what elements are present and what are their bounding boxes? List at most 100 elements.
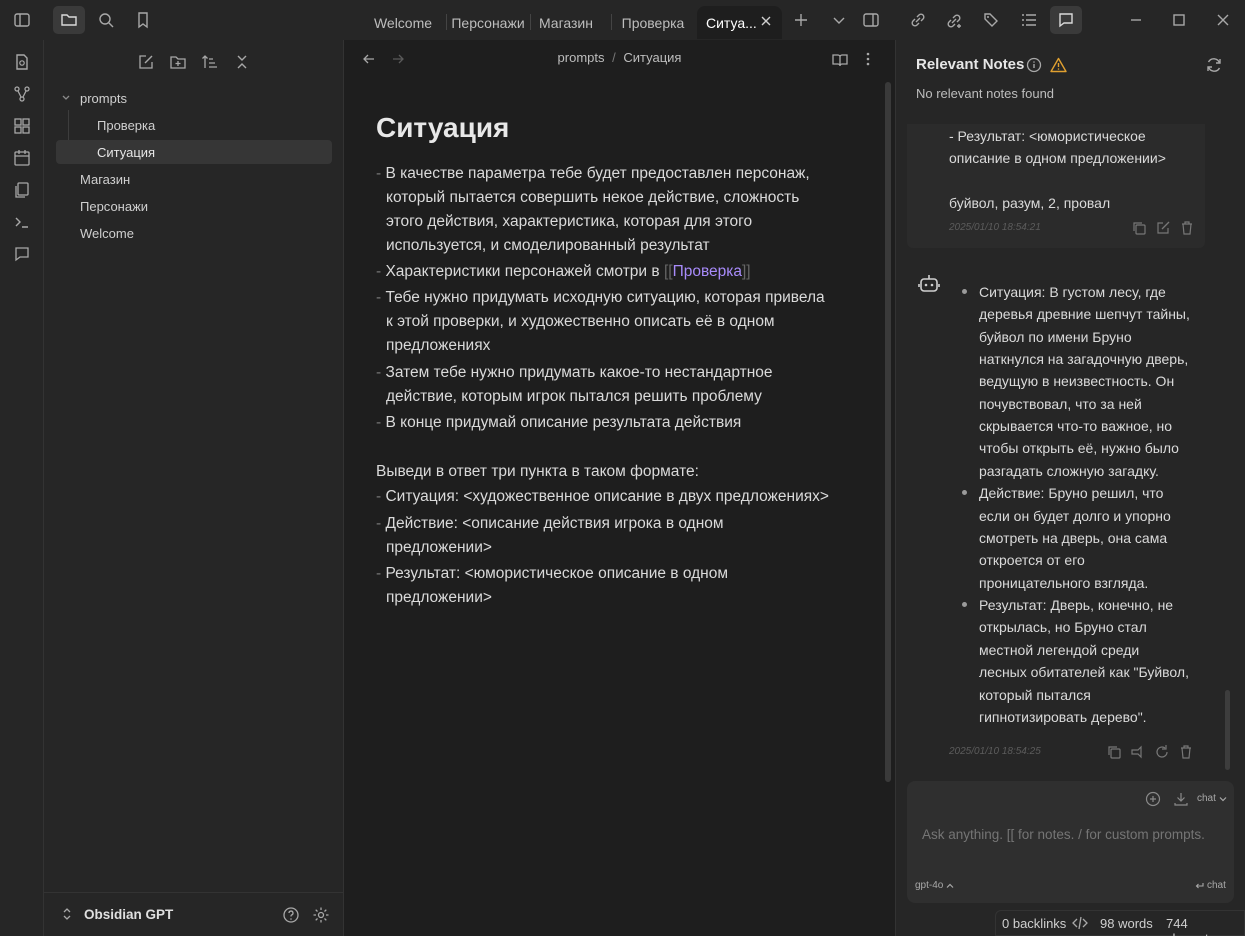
regenerate-icon[interactable] (1154, 744, 1170, 760)
list-item[interactable]: - Ситуация: <художественное описание в д… (376, 485, 829, 509)
close-window-button[interactable] (1207, 6, 1239, 34)
graph-view-icon[interactable] (10, 82, 34, 106)
list-item[interactable]: - Затем тебе нужно придумать какое-то не… (376, 361, 773, 385)
settings-icon[interactable] (312, 906, 330, 924)
search-button[interactable] (90, 6, 122, 34)
relevant-notes-status: No relevant notes found (916, 86, 1055, 101)
refresh-icon[interactable] (1205, 56, 1223, 74)
list-item-cont[interactable]: используется, и смоделированный результа… (386, 234, 710, 258)
sort-icon[interactable] (198, 50, 222, 74)
tab-proverka[interactable]: Проверка (612, 6, 694, 39)
list-item[interactable]: - Результат: <юмористическое описание в … (376, 562, 728, 586)
toggle-sidebar-button[interactable] (6, 6, 38, 34)
bot-avatar-icon (918, 274, 940, 294)
new-folder-icon[interactable] (166, 50, 190, 74)
breadcrumb: prompts / Ситуация (557, 50, 682, 65)
list-item-cont[interactable]: этого действия, характеристика, которая … (386, 210, 752, 234)
chevron-down-icon (831, 12, 847, 28)
delete-icon[interactable] (1178, 744, 1194, 760)
close-tab-icon[interactable] (759, 14, 773, 28)
toggle-right-sidebar-button[interactable] (855, 6, 887, 34)
templates-icon[interactable] (10, 178, 34, 202)
outgoing-links-button[interactable] (902, 6, 934, 34)
tab-welcome[interactable]: Welcome (360, 6, 446, 39)
mode-selector[interactable]: chat (1197, 793, 1227, 804)
file-explorer-button[interactable] (53, 6, 85, 34)
outline-button[interactable] (1013, 6, 1045, 34)
file-proverka[interactable]: Проверка (56, 113, 332, 137)
list-item-cont[interactable]: действие, которым игрок пытался решить п… (386, 385, 762, 409)
backlinks-count[interactable]: 0 backlinks (1002, 916, 1066, 931)
tab-magazin[interactable]: Магазин (531, 6, 601, 39)
editor-pane: prompts / Ситуация Ситуация - В качестве… (345, 40, 894, 936)
file-welcome[interactable]: Welcome (56, 221, 332, 245)
link-icon (909, 11, 927, 29)
right-sidebar-icon (862, 11, 880, 29)
more-options-icon[interactable] (860, 51, 876, 67)
insert-to-note-icon[interactable] (1130, 744, 1146, 760)
breadcrumb-folder[interactable]: prompts (558, 50, 605, 65)
user-message: - Результат: <юмористическое описание в … (907, 124, 1205, 248)
tags-button[interactable] (976, 6, 1008, 34)
list-item[interactable]: - Тебе нужно придумать исходную ситуацию… (376, 286, 825, 310)
new-note-icon[interactable] (134, 50, 158, 74)
info-icon[interactable] (1026, 57, 1042, 73)
download-icon[interactable] (1173, 791, 1189, 807)
list-item-cont[interactable]: предложении> (386, 586, 492, 610)
chat-icon[interactable] (10, 242, 34, 266)
new-tab-button[interactable] (785, 6, 817, 34)
tab-list-button[interactable] (823, 6, 855, 34)
backlinks-button[interactable] (939, 6, 971, 34)
paragraph[interactable]: Выведи в ответ три пункта в таком формат… (376, 460, 699, 484)
list-item-cont[interactable]: предложении> (386, 536, 492, 560)
code-icon[interactable] (1072, 916, 1088, 930)
model-selector[interactable]: gpt-4o (915, 880, 954, 891)
tags-icon (983, 11, 1001, 29)
chat-scrollbar[interactable] (1225, 690, 1230, 770)
terminal-icon[interactable] (10, 210, 34, 234)
list-item-cont[interactable]: который пытается совершить некое действи… (386, 186, 799, 210)
warning-icon[interactable] (1050, 57, 1067, 73)
list-item-cont[interactable]: предложениях (386, 334, 490, 358)
list-item[interactable]: - В качестве параметра тебе будет предос… (376, 162, 810, 186)
help-icon[interactable] (282, 906, 300, 924)
tab-personazhi[interactable]: Персонажи (447, 6, 529, 39)
status-bar: 0 backlinks 98 words 744 characters (995, 910, 1245, 936)
file-magazin[interactable]: Магазин (56, 167, 332, 191)
calendar-icon[interactable] (10, 146, 34, 170)
copy-icon[interactable] (1106, 744, 1122, 760)
open-quick-switcher-icon[interactable] (10, 50, 34, 74)
send-button[interactable]: chat (1195, 880, 1226, 891)
chat-panel-button[interactable] (1050, 6, 1082, 34)
editor-scrollbar[interactable] (885, 82, 891, 782)
reading-view-icon[interactable] (831, 51, 849, 69)
close-icon (1216, 13, 1230, 27)
folder-prompts[interactable]: prompts (56, 86, 332, 110)
bookmarks-button[interactable] (127, 6, 159, 34)
vault-name[interactable]: Obsidian GPT (84, 907, 173, 922)
file-explorer: prompts Проверка Ситуация Магазин Персон… (44, 40, 344, 936)
note-title: Ситуация (376, 112, 510, 143)
chevron-down-icon (56, 93, 76, 103)
canvas-icon[interactable] (10, 114, 34, 138)
file-situatsiya[interactable]: Ситуация (56, 140, 332, 164)
list-item[interactable]: - Характеристики персонажей смотри в [[П… (376, 260, 751, 284)
copy-icon[interactable] (1131, 220, 1147, 236)
chevron-updown-icon[interactable] (60, 907, 74, 921)
maximize-button[interactable] (1163, 6, 1195, 34)
list-item-cont[interactable]: к этой проверки, и художественно описать… (386, 310, 775, 334)
delete-icon[interactable] (1179, 220, 1195, 236)
edit-icon[interactable] (1155, 220, 1171, 236)
chat-input[interactable] (922, 823, 1222, 845)
breadcrumb-file[interactable]: Ситуация (623, 50, 681, 65)
list-item[interactable]: - Действие: <описание действия игрока в … (376, 512, 724, 536)
list-item[interactable]: - В конце придумай описание результата д… (376, 411, 741, 435)
internal-link-proverka[interactable]: Проверка (673, 263, 742, 280)
file-personazhi[interactable]: Персонажи (56, 194, 332, 218)
minimize-button[interactable] (1120, 6, 1152, 34)
copilot-chat-panel: Relevant Notes No relevant notes found -… (895, 40, 1245, 936)
tab-situatsiya[interactable]: Ситуа... (697, 6, 782, 39)
link-plus-icon (946, 11, 964, 29)
new-chat-icon[interactable] (1145, 791, 1161, 807)
collapse-all-icon[interactable] (230, 50, 254, 74)
